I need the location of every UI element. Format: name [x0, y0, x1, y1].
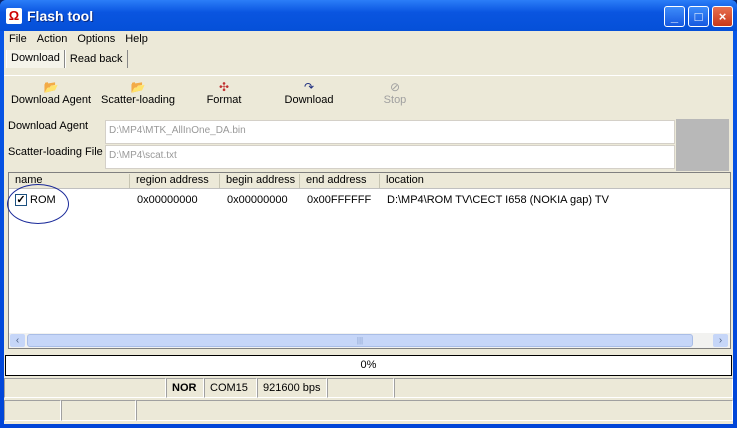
scroll-right-icon[interactable]: › [713, 334, 728, 347]
status-cell [4, 378, 166, 398]
side-panel [676, 119, 729, 171]
scroll-left-icon[interactable]: ‹ [10, 334, 25, 347]
list-header: name region address begin address end ad… [9, 173, 730, 189]
horizontal-scrollbar[interactable]: ‹ ||| › [9, 333, 730, 348]
title-bar: Ω Flash tool _ □ × [0, 0, 737, 31]
close-button[interactable]: × [712, 6, 733, 27]
client-area: File Action Options Help Download Read b… [4, 31, 733, 424]
menu-options[interactable]: Options [72, 31, 120, 48]
maximize-button[interactable]: □ [688, 6, 709, 27]
status-cell [61, 400, 136, 421]
minimize-button[interactable]: _ [664, 6, 685, 27]
tab-download[interactable]: Download [6, 50, 65, 68]
download-arrow-icon: ↷ [303, 80, 315, 94]
download-button[interactable]: ↷ Download [282, 80, 336, 106]
toolbar: 📂 Download Agent 📂 Scatter-loading ✣ Format… [4, 75, 733, 114]
row-region: 0x00000000 [137, 194, 198, 206]
annotation-circle [7, 184, 69, 224]
col-end-address[interactable]: end address [300, 174, 380, 188]
flash-tool-window: Ω Flash tool _ □ × File Action Options H… [0, 0, 737, 428]
status-baud: 921600 bps [257, 378, 327, 398]
status-flash-type: NOR [166, 378, 204, 398]
folder-open-icon: 📂 [43, 80, 59, 94]
scatter-file-label: Scatter-loading File [8, 146, 103, 158]
status-cell [327, 378, 394, 398]
format-button[interactable]: ✣ Format [202, 80, 246, 106]
menu-help[interactable]: Help [120, 31, 153, 48]
row-end: 0x00FFFFFF [307, 194, 372, 206]
row-location: D:\MP4\ROM TV\CECT I658 (NOKIA gap) TV [387, 194, 609, 206]
rom-list: name region address begin address end ad… [7, 172, 731, 349]
row-begin: 0x00000000 [227, 194, 288, 206]
format-icon: ✣ [218, 80, 230, 94]
status-cell [394, 378, 733, 398]
window-title: Flash tool [27, 8, 94, 24]
stop-button[interactable]: ⊘ Stop [380, 80, 410, 106]
table-row[interactable]: ✓ ROM 0x00000000 0x00000000 0x00FFFFFF D… [7, 184, 730, 224]
progress-bar: 0% [5, 355, 732, 376]
tab-read-back[interactable]: Read back [64, 50, 128, 68]
download-agent-button[interactable]: 📂 Download Agent [10, 80, 92, 106]
tab-bar: Download Read back [6, 50, 128, 68]
col-begin-address[interactable]: begin address [220, 174, 300, 188]
stop-icon: ⊘ [389, 80, 401, 94]
download-agent-label: Download Agent [8, 120, 89, 132]
folder-open-icon: 📂 [130, 80, 146, 94]
download-agent-field[interactable]: D:\MP4\MTK_AllInOne_DA.bin [105, 120, 675, 144]
status-cell [4, 400, 61, 421]
status-cell [136, 400, 733, 421]
col-location[interactable]: location [380, 174, 730, 188]
scatter-file-field[interactable]: D:\MP4\scat.txt [105, 145, 675, 169]
menu-action[interactable]: Action [32, 31, 73, 48]
menu-file[interactable]: File [4, 31, 32, 48]
scroll-thumb[interactable]: ||| [27, 334, 693, 347]
status-port: COM15 [204, 378, 257, 398]
menu-bar: File Action Options Help [4, 31, 153, 48]
col-region-address[interactable]: region address [130, 174, 220, 188]
scatter-loading-button[interactable]: 📂 Scatter-loading [100, 80, 176, 106]
app-icon: Ω [6, 8, 22, 24]
